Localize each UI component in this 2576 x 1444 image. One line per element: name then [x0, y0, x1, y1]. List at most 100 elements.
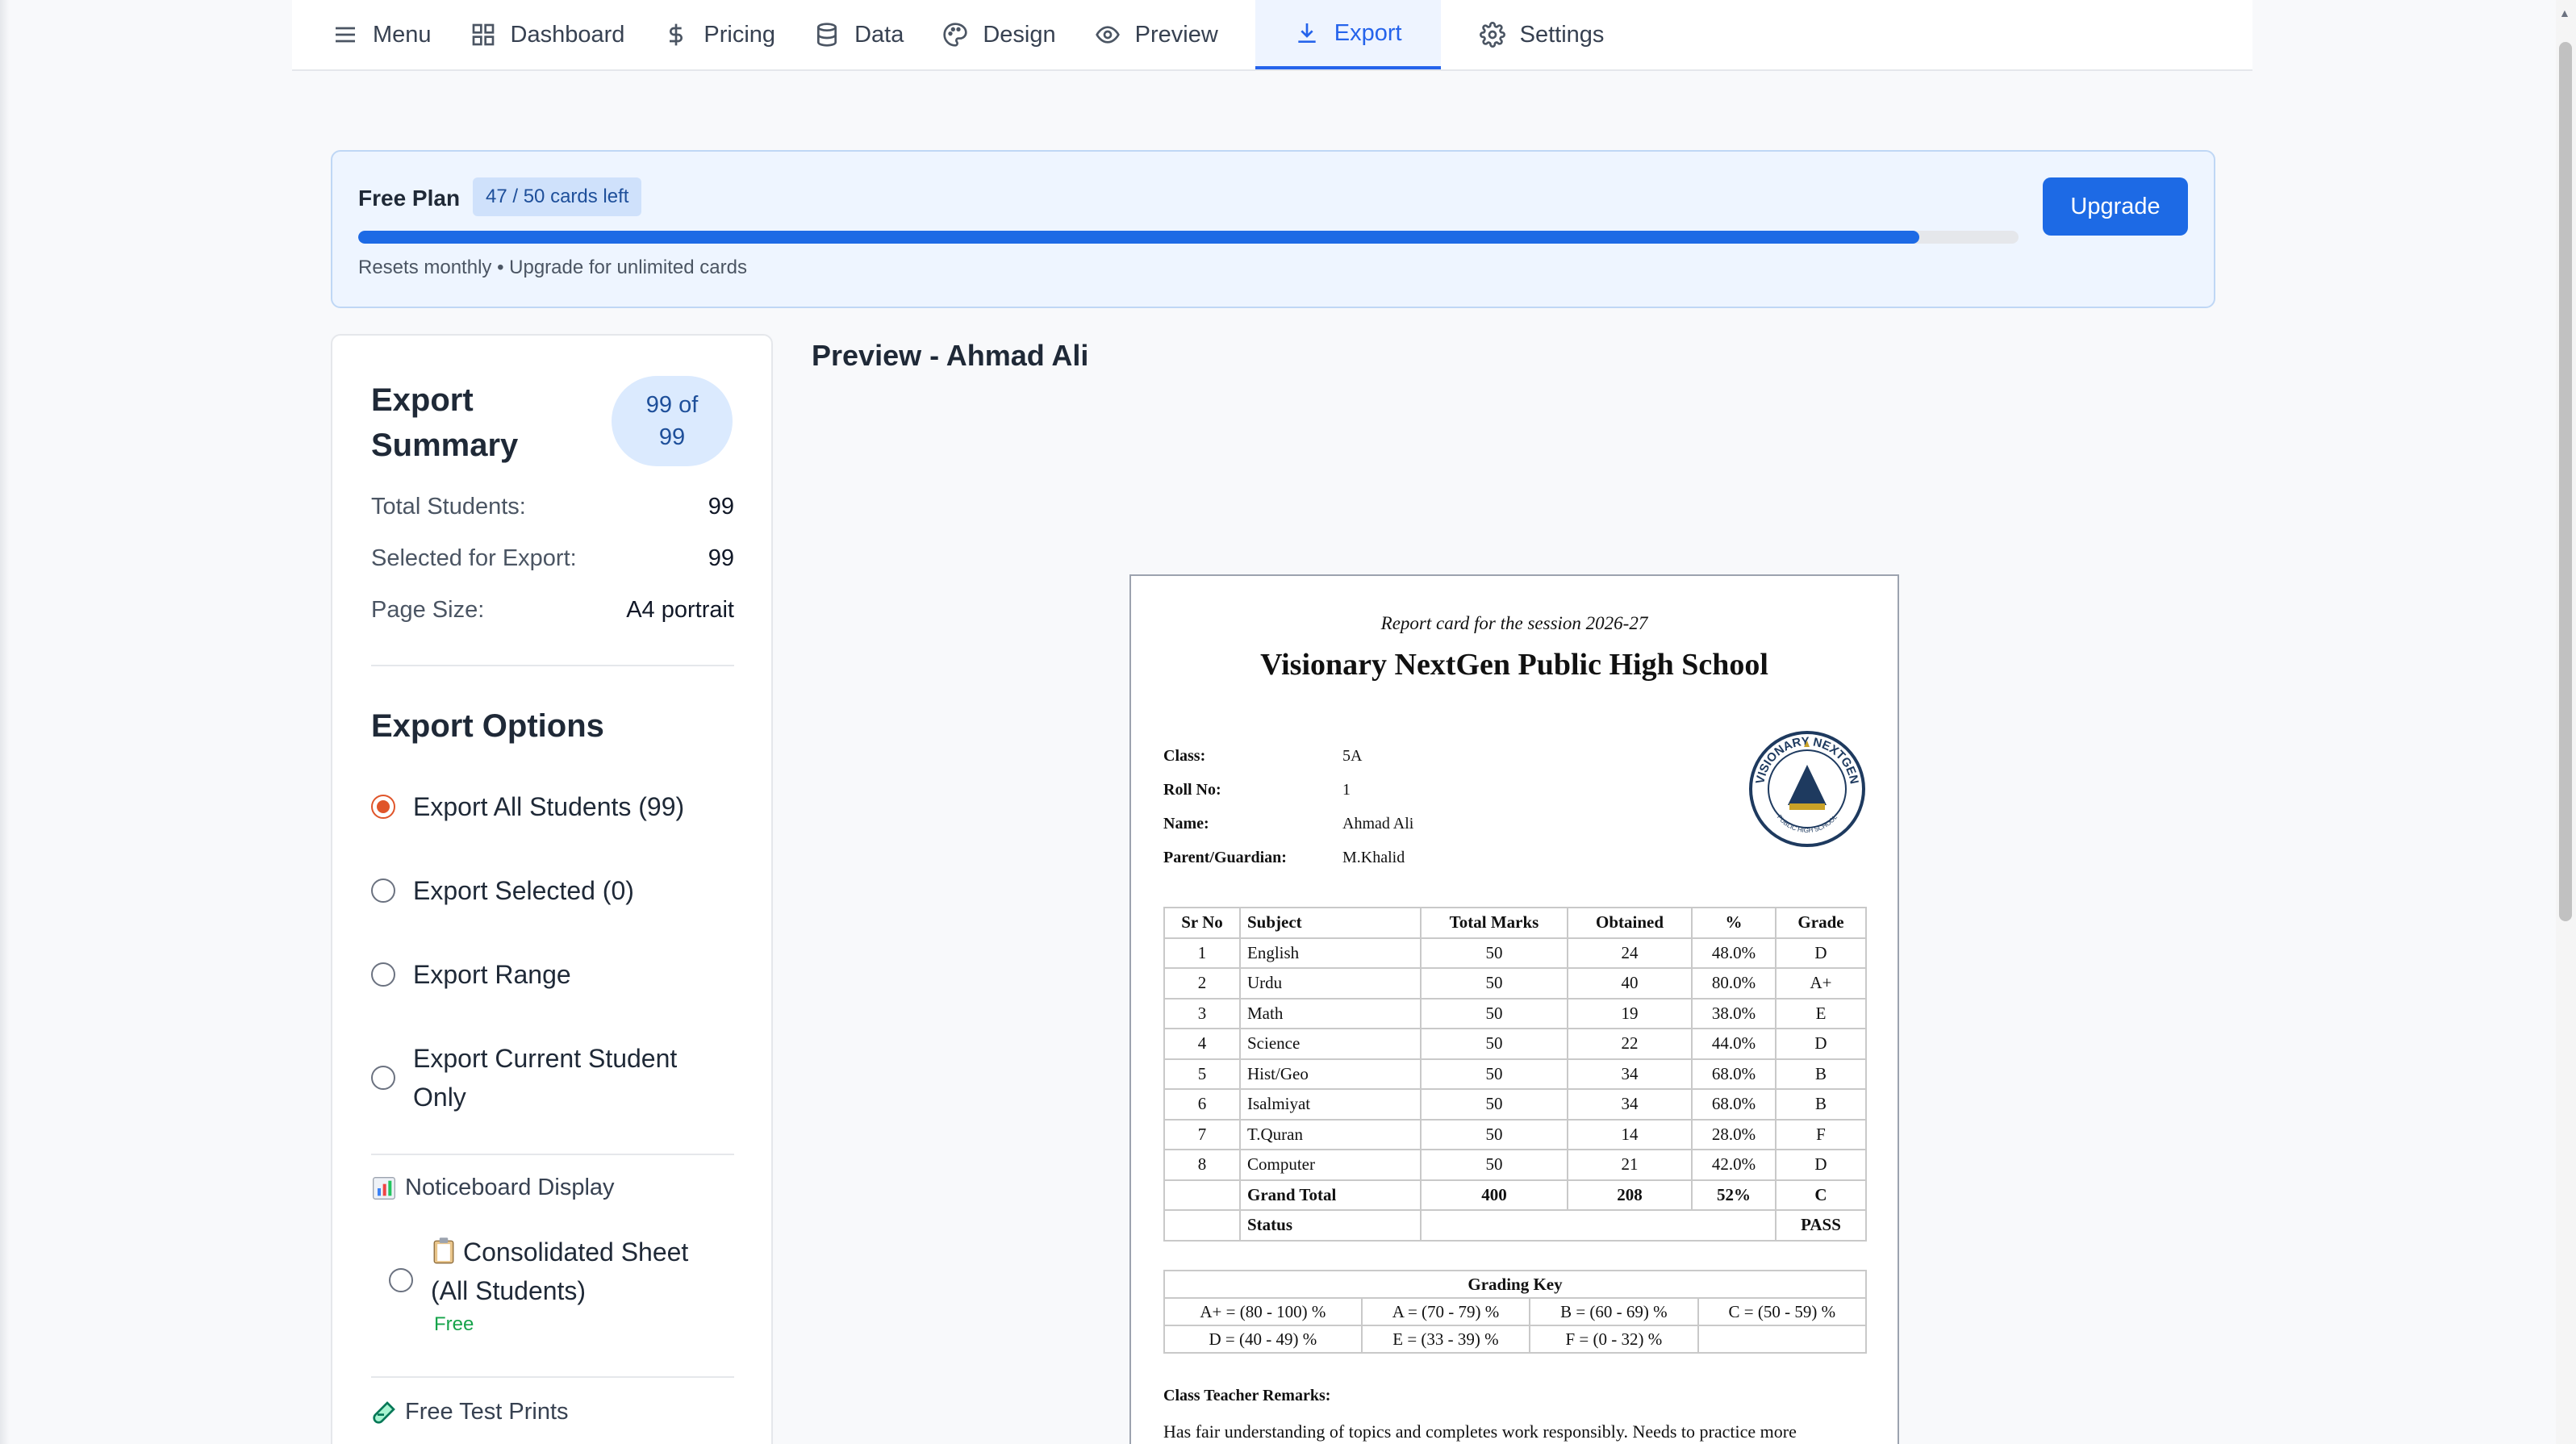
- dashboard-icon: [472, 23, 494, 46]
- grading-cell: A+ = (80 - 100) %: [1163, 1297, 1363, 1326]
- grand-total-grade: C: [1775, 1179, 1867, 1211]
- summary-value: A4 portrait: [626, 597, 734, 623]
- radio-export-current[interactable]: Export Current Student Only: [371, 1039, 726, 1116]
- cell: Isalmiyat: [1239, 1088, 1422, 1121]
- grading-cell: C = (50 - 59) %: [1697, 1297, 1868, 1326]
- database-icon: [817, 23, 837, 47]
- cell: 7: [1163, 1118, 1241, 1150]
- nav-label: Dashboard: [510, 21, 625, 48]
- marks-table: Sr No Subject Total Marks Obtained % Gra…: [1163, 907, 1867, 1242]
- radio-label: Export Selected (0): [413, 876, 634, 905]
- table-row: 7 T.Quran 50 14 28.0% F: [1163, 1118, 1867, 1150]
- export-panel: Export Summary 99 of 99 Total Students: …: [331, 334, 773, 1444]
- column-header: Grade: [1775, 907, 1867, 939]
- free-test-prints-label: Free Test Prints: [405, 1399, 569, 1425]
- info-name: Name: Ahmad Ali: [1163, 815, 1413, 833]
- info-roll-no: Roll No: 1: [1163, 781, 1351, 799]
- divider: [371, 1154, 734, 1155]
- noticeboard-label: Noticeboard Display: [405, 1175, 615, 1200]
- export-options-title: Export Options: [371, 708, 604, 744]
- radio-button[interactable]: [371, 879, 395, 903]
- divider: [371, 1376, 734, 1378]
- radio-button[interactable]: [371, 962, 395, 987]
- table-row: 5 Hist/Geo 50 34 68.0% B: [1163, 1058, 1867, 1090]
- preview-title: Preview - Ahmad Ali: [812, 339, 1089, 372]
- summary-row-total: Total Students: 99: [371, 494, 734, 520]
- cell: 28.0%: [1691, 1118, 1776, 1150]
- selected-count-text: 99 of 99: [645, 392, 699, 450]
- nav-settings[interactable]: Settings: [1441, 0, 1643, 69]
- scrollbar-thumb[interactable]: [2559, 42, 2572, 921]
- nav-menu[interactable]: Menu: [332, 0, 470, 69]
- column-header: %: [1691, 907, 1776, 939]
- grand-total-obtained: 208: [1567, 1179, 1693, 1211]
- table-row: 3 Math 50 19 38.0% E: [1163, 997, 1867, 1029]
- table-row: 1 English 50 24 48.0% D: [1163, 937, 1867, 969]
- report-card-preview: Report card for the session 2026-27 Visi…: [1129, 574, 1899, 1444]
- divider: [371, 665, 734, 666]
- cell: 42.0%: [1691, 1149, 1776, 1181]
- column-header: Sr No: [1163, 907, 1241, 939]
- cell: 50: [1420, 1088, 1568, 1121]
- selected-count-badge: 99 of 99: [612, 376, 733, 466]
- radio-consolidated-sheet[interactable]: Consolidated Sheet (All Students): [389, 1233, 728, 1310]
- cell: 19: [1567, 997, 1693, 1029]
- summary-label: Total Students:: [371, 494, 526, 520]
- usage-progress-bar: [358, 231, 2019, 244]
- radio-button[interactable]: [371, 1066, 395, 1090]
- cell: 21: [1567, 1149, 1693, 1181]
- grand-total-marks: 400: [1420, 1179, 1568, 1211]
- radio-label: Export Range: [413, 960, 571, 989]
- cell: T.Quran: [1239, 1118, 1422, 1150]
- grading-cell: A = (70 - 79) %: [1360, 1297, 1531, 1326]
- cell: 68.0%: [1691, 1058, 1776, 1090]
- bar-chart-icon: [373, 1176, 395, 1200]
- summary-value: 99: [708, 494, 734, 520]
- grand-total-label: Grand Total: [1239, 1179, 1422, 1211]
- cell: 68.0%: [1691, 1088, 1776, 1121]
- nav-export[interactable]: Export: [1255, 0, 1441, 69]
- cell: [1163, 1209, 1241, 1242]
- free-tag: Free: [434, 1313, 474, 1335]
- radio-button[interactable]: [371, 795, 395, 819]
- school-logo: VISIONARY NEXTGEN PUBLIC HIGH SCHOOL: [1749, 731, 1865, 847]
- noticeboard-section: Noticeboard Display: [371, 1175, 615, 1201]
- nav-label: Data: [854, 21, 904, 48]
- cell: D: [1775, 1149, 1867, 1181]
- cell: Computer: [1239, 1149, 1422, 1181]
- grading-row: A+ = (80 - 100) % A = (70 - 79) % B = (6…: [1163, 1297, 1868, 1326]
- cell: 1: [1163, 937, 1241, 969]
- radio-label: Export All Students (99): [413, 792, 685, 821]
- upgrade-button[interactable]: Upgrade: [2043, 177, 2188, 236]
- cell: 40: [1567, 967, 1693, 1000]
- radio-button[interactable]: [389, 1268, 413, 1292]
- cell: [1163, 1179, 1241, 1211]
- nav-pricing[interactable]: Pricing: [663, 0, 814, 69]
- eye-icon: [1095, 26, 1120, 44]
- nav-preview[interactable]: Preview: [1095, 0, 1257, 69]
- cell: [1420, 1209, 1776, 1242]
- scroll-up-arrow[interactable]: ▲: [2559, 6, 2570, 19]
- info-value: M.Khalid: [1342, 849, 1405, 866]
- cell: 2: [1163, 967, 1241, 1000]
- radio-export-range[interactable]: Export Range: [371, 955, 726, 994]
- grading-cell: D = (40 - 49) %: [1163, 1325, 1363, 1354]
- cell: 14: [1567, 1118, 1693, 1150]
- radio-export-all[interactable]: Export All Students (99): [371, 787, 726, 826]
- column-header: Total Marks: [1420, 907, 1568, 939]
- school-name: Visionary NextGen Public High School: [1260, 648, 1768, 682]
- cell: 80.0%: [1691, 967, 1776, 1000]
- info-class: Class: 5A: [1163, 747, 1362, 766]
- gear-icon: [1479, 22, 1505, 48]
- plan-banner: Free Plan 47 / 50 cards left Resets mont…: [331, 150, 2215, 308]
- consolidated-label-wrap: Consolidated Sheet (All Students): [431, 1233, 728, 1310]
- cell: 8: [1163, 1149, 1241, 1181]
- grading-cell: B = (60 - 69) %: [1529, 1297, 1699, 1326]
- nav-data[interactable]: Data: [814, 0, 942, 69]
- nav-design[interactable]: Design: [942, 0, 1094, 69]
- nav-dashboard[interactable]: Dashboard: [470, 0, 664, 69]
- nav-label: Pricing: [703, 21, 776, 48]
- radio-export-selected[interactable]: Export Selected (0): [371, 871, 726, 910]
- cell: 50: [1420, 1058, 1568, 1090]
- table-row: 8 Computer 50 21 42.0% D: [1163, 1149, 1867, 1181]
